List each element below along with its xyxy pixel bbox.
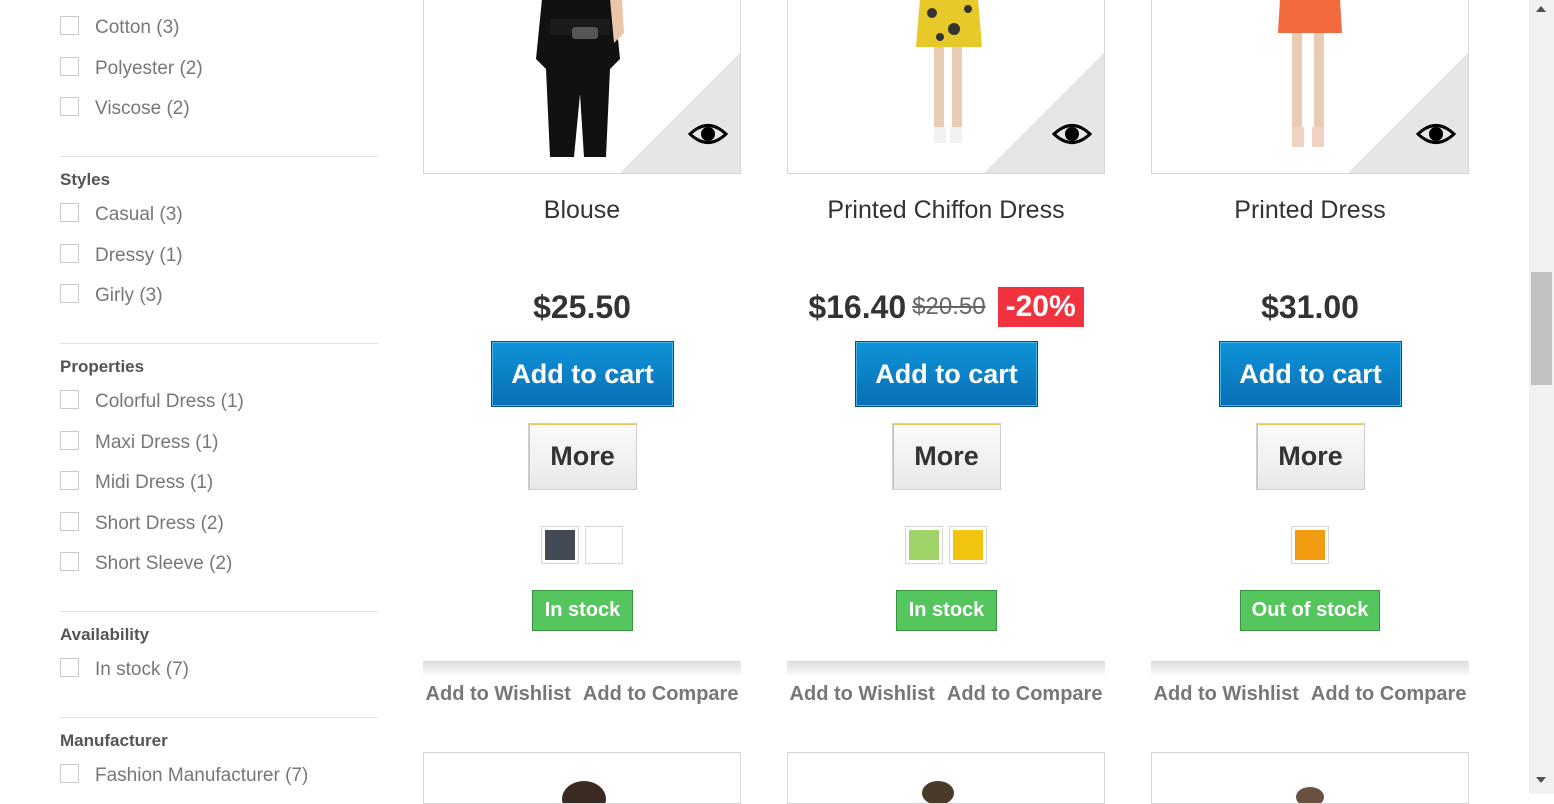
filter-option-label: Casual (3) [95, 204, 183, 225]
functional-bar [787, 661, 1105, 677]
filter-option-label: Colorful Dress (1) [95, 391, 244, 412]
divider [60, 611, 378, 612]
next-product-image[interactable] [787, 752, 1105, 804]
image-corner [620, 53, 740, 173]
checkbox[interactable] [60, 244, 79, 263]
filter-option-label: In stock (7) [95, 659, 189, 680]
divider [60, 717, 378, 718]
product-name[interactable]: Blouse [423, 196, 741, 225]
color-swatches [1151, 526, 1469, 566]
stock-badge: In stock [532, 590, 633, 631]
checkbox[interactable] [60, 658, 79, 677]
color-swatch[interactable] [905, 526, 943, 564]
product-card-printed-chiffon-dress: Printed Chiffon Dress $16.40 $20.50 -20%… [787, 0, 1105, 804]
more-button[interactable]: More [892, 423, 1001, 490]
price-row: $16.40 $20.50 -20% [787, 286, 1105, 328]
color-swatch[interactable] [585, 526, 623, 564]
add-to-wishlist-link[interactable]: Add to Wishlist [790, 683, 935, 709]
eye-icon[interactable] [1052, 121, 1092, 147]
scroll-down-icon[interactable] [1536, 777, 1546, 783]
checkbox[interactable] [60, 57, 79, 76]
color-swatches [787, 526, 1105, 566]
add-to-cart-button[interactable]: Add to cart [491, 341, 674, 407]
checkbox[interactable] [60, 431, 79, 450]
checkbox[interactable] [60, 552, 79, 571]
add-to-wishlist-link[interactable]: Add to Wishlist [426, 683, 571, 709]
eye-icon[interactable] [688, 121, 728, 147]
filter-option-label: Short Dress (2) [95, 513, 224, 534]
product-photo [562, 781, 606, 803]
add-to-wishlist-link[interactable]: Add to Wishlist [1154, 683, 1299, 709]
product-price: $31.00 [1261, 288, 1359, 325]
stock-badge: Out of stock [1240, 590, 1380, 631]
color-swatches [423, 526, 741, 566]
filter-option-label: Polyester (2) [95, 58, 203, 79]
checkbox[interactable] [60, 203, 79, 222]
checkbox[interactable] [60, 471, 79, 490]
divider [60, 156, 378, 157]
checkbox[interactable] [60, 764, 79, 783]
checkbox[interactable] [60, 284, 79, 303]
filter-group-title: Availability [60, 625, 150, 644]
filter-option-label: Dressy (1) [95, 245, 183, 266]
functional-bar [1151, 661, 1469, 677]
product-card-printed-dress: Printed Dress $31.00 Add to cart More Ou… [1151, 0, 1469, 804]
product-actions: Add to Wishlist Add to Compare [423, 683, 741, 709]
image-corner [1348, 53, 1468, 173]
filter-option-label: Midi Dress (1) [95, 472, 214, 493]
stock-badge: In stock [896, 590, 997, 631]
price-row: $25.50 [423, 286, 741, 328]
filter-group-title: Styles [60, 170, 111, 189]
checkbox[interactable] [60, 16, 79, 35]
add-to-compare-link[interactable]: Add to Compare [947, 683, 1103, 709]
eye-icon[interactable] [1416, 121, 1456, 147]
add-to-compare-link[interactable]: Add to Compare [1311, 683, 1467, 709]
product-actions: Add to Wishlist Add to Compare [1151, 683, 1469, 709]
image-corner [984, 53, 1104, 173]
price-row: $31.00 [1151, 286, 1469, 328]
product-name[interactable]: Printed Chiffon Dress [787, 196, 1105, 225]
product-price: $25.50 [533, 288, 631, 325]
product-photo [922, 781, 954, 803]
checkbox[interactable] [60, 512, 79, 531]
next-product-image[interactable] [423, 752, 741, 804]
scroll-up-icon[interactable] [1536, 6, 1546, 12]
page-scrollbar[interactable] [1529, 0, 1554, 794]
add-to-compare-link[interactable]: Add to Compare [583, 683, 739, 709]
color-swatch[interactable] [949, 526, 987, 564]
product-image[interactable] [787, 0, 1105, 174]
filter-option-label: Maxi Dress (1) [95, 432, 219, 453]
divider [60, 343, 378, 344]
add-to-cart-button[interactable]: Add to cart [1219, 341, 1402, 407]
color-swatch[interactable] [541, 526, 579, 564]
filter-option-label: Fashion Manufacturer (7) [95, 765, 309, 786]
add-to-cart-button[interactable]: Add to cart [855, 341, 1038, 407]
next-product-image[interactable] [1151, 752, 1469, 804]
discount-badge: -20% [997, 287, 1084, 327]
filter-group-title: Manufacturer [60, 731, 168, 750]
product-image[interactable] [1151, 0, 1469, 174]
filter-option-label: Cotton (3) [95, 17, 180, 38]
color-swatch[interactable] [1291, 526, 1329, 564]
product-image[interactable] [423, 0, 741, 174]
more-button[interactable]: More [1256, 423, 1365, 490]
checkbox[interactable] [60, 390, 79, 409]
filter-option-label: Girly (3) [95, 285, 163, 306]
checkbox[interactable] [60, 97, 79, 116]
product-name[interactable]: Printed Dress [1151, 196, 1469, 225]
product-price: $16.40 [808, 288, 907, 325]
more-button[interactable]: More [528, 423, 637, 490]
filter-option-label: Viscose (2) [95, 98, 190, 119]
product-photo [1296, 787, 1324, 803]
product-actions: Add to Wishlist Add to Compare [787, 683, 1105, 709]
old-price: $20.50 [912, 293, 986, 320]
filter-option-label: Short Sleeve (2) [95, 553, 233, 574]
filter-group-title: Properties [60, 357, 145, 376]
product-card-blouse: Blouse $25.50 Add to cart More In stock … [423, 0, 741, 804]
scroll-thumb[interactable] [1531, 272, 1552, 385]
functional-bar [423, 661, 741, 677]
